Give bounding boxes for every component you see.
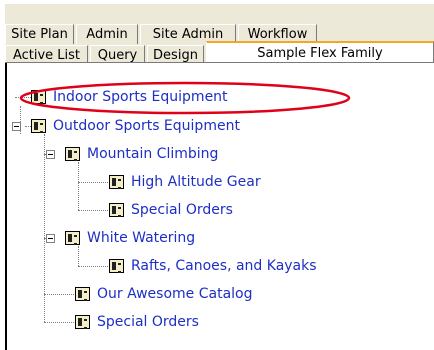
tree-node-label: Rafts, Canoes, and Kayaks — [131, 258, 317, 274]
tab-site-plan[interactable]: Site Plan — [5, 24, 74, 44]
asset-icon — [109, 203, 124, 217]
asset-icon — [65, 147, 80, 161]
tree-node-indoor-sports-equipment[interactable]: Indoor Sports Equipment — [31, 88, 228, 106]
tree-connector — [78, 266, 108, 267]
tree-node-label: Our Awesome Catalog — [97, 286, 253, 302]
tree-node-label: High Altitude Gear — [131, 174, 261, 190]
collapse-toggle-outdoor-sports[interactable] — [12, 122, 21, 131]
asset-icon — [109, 259, 124, 273]
tree-node-label: Mountain Climbing — [87, 146, 219, 162]
tree-node-special-orders-mountain[interactable]: Special Orders — [109, 201, 233, 219]
tree-node-special-orders[interactable]: Special Orders — [75, 313, 199, 331]
asset-icon — [31, 90, 46, 104]
asset-tree: Indoor Sports Equipment Outdoor Sports E… — [7, 63, 434, 350]
tree-node-label: Outdoor Sports Equipment — [53, 118, 240, 134]
tree-connector — [44, 294, 74, 295]
tab-strip: Site Plan Admin Site Admin Workflow Acti… — [5, 4, 434, 66]
asset-icon — [75, 287, 90, 301]
asset-icon — [65, 231, 80, 245]
tree-node-mountain-climbing[interactable]: Mountain Climbing — [65, 145, 218, 163]
tree-node-outdoor-sports-equipment[interactable]: Outdoor Sports Equipment — [31, 117, 240, 135]
tree-node-label: Indoor Sports Equipment — [53, 89, 228, 105]
tree-node-our-awesome-catalog[interactable]: Our Awesome Catalog — [75, 285, 253, 303]
tree-connector — [78, 246, 79, 266]
tree-node-label: Special Orders — [131, 202, 233, 218]
tree-connector — [15, 97, 31, 98]
tree-connector — [44, 322, 74, 323]
tree-node-label: White Watering — [87, 230, 196, 246]
tree-node-rafts-canoes-kayaks[interactable]: Rafts, Canoes, and Kayaks — [109, 257, 317, 275]
asset-icon — [75, 315, 90, 329]
tree-node-high-altitude-gear[interactable]: High Altitude Gear — [109, 173, 261, 191]
asset-icon — [109, 175, 124, 189]
tab-admin[interactable]: Admin — [76, 24, 138, 44]
tree-connector — [78, 162, 79, 210]
flex-family-panel: Site Plan Admin Site Admin Workflow Acti… — [0, 0, 434, 350]
asset-icon — [31, 119, 46, 133]
collapse-toggle-mountain-climbing[interactable] — [46, 150, 55, 159]
tree-connector — [78, 182, 108, 183]
tree-connector — [78, 210, 108, 211]
collapse-toggle-white-watering[interactable] — [46, 234, 55, 243]
tree-node-white-watering[interactable]: White Watering — [65, 229, 195, 247]
tree-pane: Indoor Sports Equipment Outdoor Sports E… — [5, 63, 434, 350]
tree-node-label: Special Orders — [97, 314, 199, 330]
